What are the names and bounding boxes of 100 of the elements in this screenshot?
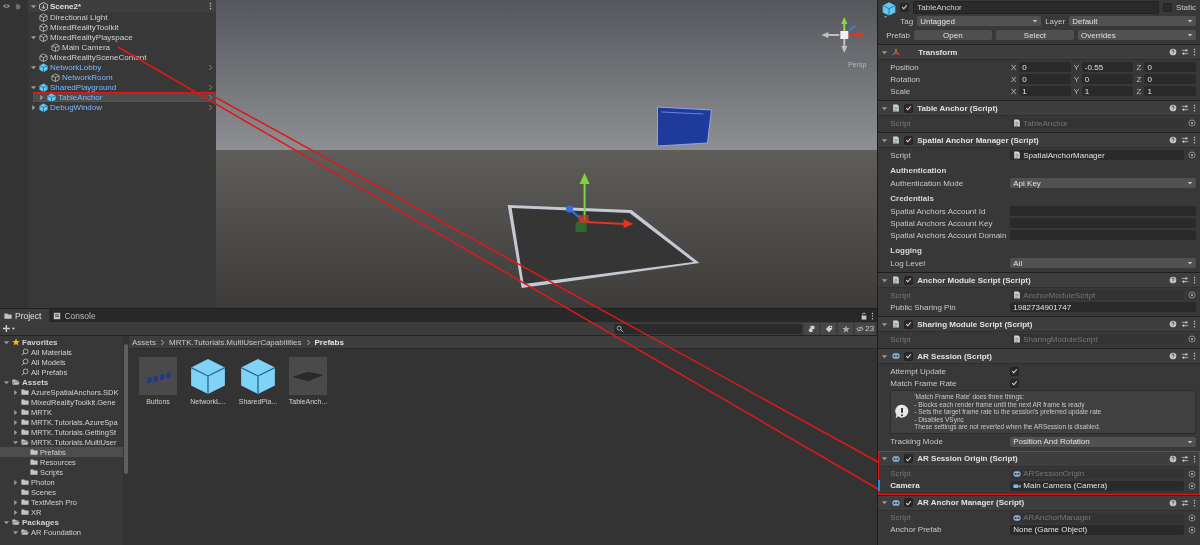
caret-icon[interactable] <box>12 498 19 506</box>
search-field[interactable] <box>614 323 803 334</box>
more-options-icon[interactable] <box>1193 48 1196 56</box>
caret-icon[interactable] <box>881 352 889 360</box>
help-icon[interactable] <box>1169 48 1177 56</box>
text-field[interactable]: 1982734901747 <box>1010 302 1196 312</box>
panel-tab[interactable]: Project <box>0 309 50 322</box>
hierarchy-item[interactable]: NetworkRoom <box>0 72 216 82</box>
number-field[interactable]: 0 <box>1144 62 1196 72</box>
caret-icon[interactable] <box>30 2 37 10</box>
project-tree-item[interactable]: Assets <box>0 377 123 387</box>
help-icon[interactable] <box>1169 498 1177 507</box>
project-tree-item[interactable]: Favorites <box>0 337 123 347</box>
caret-icon[interactable] <box>881 499 889 506</box>
caret-icon[interactable] <box>12 418 19 426</box>
object-picker-icon[interactable] <box>1188 119 1196 127</box>
hidden-packages-toggle[interactable]: 23 <box>855 322 876 335</box>
caret-icon[interactable] <box>30 33 37 41</box>
caret-icon[interactable] <box>12 408 19 416</box>
caret-icon[interactable] <box>12 528 19 536</box>
breadcrumb-link[interactable]: Prefabs <box>314 337 344 347</box>
hierarchy-item[interactable]: Main Camera <box>0 42 216 52</box>
checkbox[interactable] <box>1010 378 1020 388</box>
overrides-dropdown[interactable]: Overrides <box>1078 30 1196 40</box>
caret-icon[interactable] <box>881 276 889 284</box>
filter-by-type-button[interactable] <box>804 322 820 335</box>
add-dropdown-icon[interactable] <box>2 324 16 333</box>
object-picker-icon[interactable] <box>1188 291 1196 299</box>
checkbox[interactable] <box>1010 366 1020 376</box>
caret-icon[interactable] <box>3 518 10 526</box>
active-checkbox[interactable] <box>900 2 910 12</box>
hierarchy-item[interactable]: NetworkLobby <box>0 62 216 72</box>
number-field[interactable]: 1 <box>1144 86 1196 96</box>
hierarchy-item[interactable]: DebugWindow <box>0 102 216 112</box>
visibility-eye-icon[interactable] <box>2 2 11 10</box>
prefab-cube-icon[interactable] <box>189 357 227 395</box>
object-picker-icon[interactable] <box>1188 335 1196 343</box>
lock-icon[interactable] <box>860 311 869 320</box>
layer-dropdown[interactable]: Default <box>1069 16 1196 26</box>
caret-icon[interactable] <box>881 455 889 462</box>
enable-checkbox[interactable] <box>904 454 914 463</box>
caret-icon[interactable] <box>3 378 10 386</box>
move-gizmo-icon[interactable] <box>566 173 634 232</box>
object-name-field[interactable]: TableAnchor <box>913 0 1159 14</box>
presets-icon[interactable] <box>1181 48 1189 56</box>
caret-icon[interactable] <box>881 48 889 56</box>
help-icon[interactable] <box>1169 276 1177 284</box>
more-options-icon[interactable] <box>1193 136 1196 144</box>
caret-icon[interactable] <box>30 63 37 71</box>
help-icon[interactable] <box>1169 136 1177 144</box>
more-options-icon[interactable] <box>209 2 212 10</box>
object-field[interactable]: Main Camera (Camera) <box>1010 480 1184 491</box>
enable-checkbox[interactable] <box>904 103 914 113</box>
presets-icon[interactable] <box>1181 498 1189 507</box>
enable-checkbox[interactable] <box>904 135 914 145</box>
table-plane-thumbnail[interactable] <box>289 357 327 395</box>
presets-icon[interactable] <box>1181 276 1189 284</box>
more-options-icon[interactable] <box>1193 104 1196 112</box>
number-field[interactable]: 1 <box>1019 86 1071 96</box>
help-icon[interactable] <box>1169 352 1177 360</box>
caret-icon[interactable] <box>881 320 889 328</box>
hierarchy-item[interactable]: TableAnchor <box>33 92 216 102</box>
presets-icon[interactable] <box>1181 136 1189 144</box>
enable-checkbox[interactable] <box>904 351 914 361</box>
hierarchy-item[interactable]: MixedRealityToolkit <box>0 22 216 32</box>
static-dropdown[interactable]: Static <box>1176 2 1196 12</box>
help-icon[interactable] <box>1169 104 1177 112</box>
caret-icon[interactable] <box>881 104 889 112</box>
scrollbar[interactable] <box>123 336 129 545</box>
prefab-cube-icon[interactable] <box>239 357 277 395</box>
dropdown[interactable]: All <box>1010 258 1196 268</box>
hierarchy-item[interactable]: MixedRealityPlayspace <box>0 32 216 42</box>
more-options-icon[interactable] <box>871 311 875 320</box>
breadcrumb-link[interactable]: Assets <box>132 337 156 347</box>
hierarchy-item[interactable]: Directional Light <box>0 12 216 22</box>
presets-icon[interactable] <box>1181 320 1189 328</box>
more-options-icon[interactable] <box>1193 454 1196 463</box>
buttons-prefab-thumbnail[interactable] <box>139 357 177 395</box>
caret-icon[interactable] <box>12 428 19 436</box>
presets-icon[interactable] <box>1181 352 1189 360</box>
more-options-icon[interactable] <box>1193 352 1196 360</box>
number-field[interactable]: 0 <box>1019 74 1071 84</box>
scene-header[interactable]: Scene2* <box>28 0 216 12</box>
more-options-icon[interactable] <box>1193 498 1196 507</box>
help-icon[interactable] <box>1169 320 1177 328</box>
enable-checkbox[interactable] <box>904 498 914 507</box>
presets-icon[interactable] <box>1181 104 1189 112</box>
prefab-button[interactable]: Open <box>913 30 992 40</box>
more-options-icon[interactable] <box>1193 276 1196 284</box>
number-field[interactable]: -0.55 <box>1081 62 1134 72</box>
help-icon[interactable] <box>1169 454 1177 463</box>
object-field[interactable]: None (Game Object) <box>1010 524 1184 535</box>
orientation-gizmo-icon[interactable] <box>821 17 865 53</box>
chevron-right-icon[interactable] <box>208 63 213 71</box>
project-tree-item[interactable]: Packages <box>0 517 123 527</box>
more-options-icon[interactable] <box>1193 320 1196 328</box>
number-field[interactable]: 0 <box>1019 62 1071 72</box>
breadcrumb-link[interactable]: MRTK.Tutorials.MultiUserCapabilities <box>169 337 302 347</box>
caret-icon[interactable] <box>30 83 37 91</box>
caret-icon[interactable] <box>12 388 19 396</box>
